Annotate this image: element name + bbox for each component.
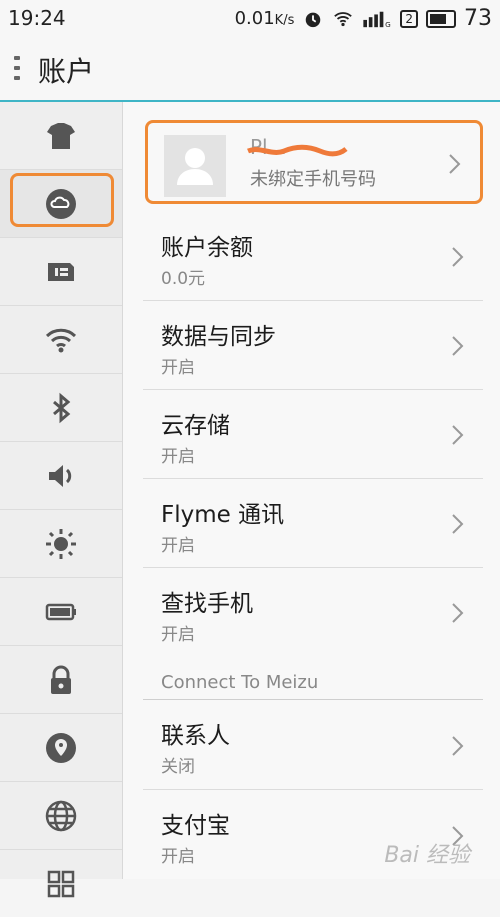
section-header: Connect To Meizu <box>161 672 319 693</box>
row-title: 联系人 <box>161 723 230 749</box>
row-subtitle: 开启 <box>161 447 195 467</box>
settings-sidebar <box>0 102 123 897</box>
account-phone-status: 未绑定手机号码 <box>250 169 376 190</box>
sidebar-item-battery[interactable] <box>0 578 122 646</box>
row-title: 查找手机 <box>161 591 253 617</box>
sim-card-icon <box>48 262 74 281</box>
row-title: 云存储 <box>161 413 230 439</box>
app-header: 账户 <box>0 36 500 102</box>
sidebar-item-security[interactable] <box>0 646 122 714</box>
user-icon <box>177 148 213 185</box>
status-right: 0.01K/s G 2 73 <box>235 6 492 31</box>
row-subtitle: 0.0元 <box>161 269 206 289</box>
watermark: Bai 经验 <box>384 843 470 868</box>
wifi-icon <box>45 328 77 352</box>
row-title: 账户余额 <box>161 235 253 261</box>
row-subtitle: 关闭 <box>161 757 195 777</box>
row-account-balance[interactable]: 账户余额 0.0元 <box>143 212 483 301</box>
chevron-right-icon <box>452 603 464 623</box>
chevron-right-icon <box>452 247 464 267</box>
battery-icon <box>45 603 76 620</box>
row-title: 数据与同步 <box>161 324 276 350</box>
sidebar-item-language[interactable] <box>0 782 122 850</box>
net-speed: 0.01K/s <box>234 8 295 29</box>
row-title: 支付宝 <box>161 813 230 839</box>
account-content: Pl... 未绑定手机号码 账户余额 0.0元 数据与同步 开启 云存储 开启 … <box>123 102 500 879</box>
row-subtitle: 开启 <box>161 358 195 378</box>
sidebar-item-location[interactable] <box>0 714 122 782</box>
sim-indicator: 2 <box>400 9 418 28</box>
redaction-scribble <box>247 144 348 157</box>
status-time: 19:24 <box>8 6 66 30</box>
sidebar-item-display[interactable] <box>0 510 122 578</box>
svg-text:G: G <box>386 20 392 29</box>
battery-level: 73 <box>464 6 492 31</box>
sidebar-item-bluetooth[interactable] <box>0 374 122 442</box>
bluetooth-icon <box>53 392 71 423</box>
apps-grid-icon <box>47 870 75 897</box>
row-cloud-storage[interactable]: 云存储 开启 <box>143 390 483 479</box>
sidebar-item-apps[interactable] <box>0 850 122 917</box>
row-subtitle: 开启 <box>161 536 195 556</box>
row-subtitle: 开启 <box>161 847 195 867</box>
wifi-status-icon <box>334 11 353 26</box>
lock-icon <box>51 665 71 694</box>
chevron-right-icon <box>452 514 464 534</box>
brightness-icon <box>46 528 76 559</box>
row-subtitle: 开启 <box>161 625 195 645</box>
chevron-right-icon <box>452 336 464 356</box>
row-contacts[interactable]: 联系人 关闭 <box>143 700 483 790</box>
row-find-phone[interactable]: 查找手机 开启 <box>143 568 483 656</box>
tshirt-icon <box>47 122 75 149</box>
row-title: Flyme 通讯 <box>161 502 285 528</box>
status-bar: 19:24 0.01K/s G 2 73 <box>0 0 500 36</box>
page-title: 账户 <box>38 55 95 88</box>
sidebar-selection-highlight <box>10 173 114 227</box>
menu-icon[interactable] <box>14 56 20 82</box>
alarm-icon <box>306 12 321 27</box>
volume-icon <box>49 464 72 487</box>
avatar <box>164 135 226 197</box>
signal-icon: G <box>363 11 392 29</box>
location-icon <box>46 732 76 763</box>
chevron-right-icon <box>452 736 464 756</box>
account-profile-row[interactable]: Pl... 未绑定手机号码 <box>145 120 483 204</box>
sidebar-item-sim[interactable] <box>0 238 122 306</box>
sidebar-item-theme[interactable] <box>0 102 122 170</box>
sidebar-item-sound[interactable] <box>0 442 122 510</box>
row-data-sync[interactable]: 数据与同步 开启 <box>143 301 483 390</box>
chevron-right-icon <box>452 425 464 445</box>
battery-status-icon <box>426 9 456 28</box>
row-flyme-messaging[interactable]: Flyme 通讯 开启 <box>143 479 483 568</box>
globe-icon <box>45 800 77 831</box>
chevron-right-icon <box>449 154 461 174</box>
sidebar-item-wifi[interactable] <box>0 306 122 374</box>
